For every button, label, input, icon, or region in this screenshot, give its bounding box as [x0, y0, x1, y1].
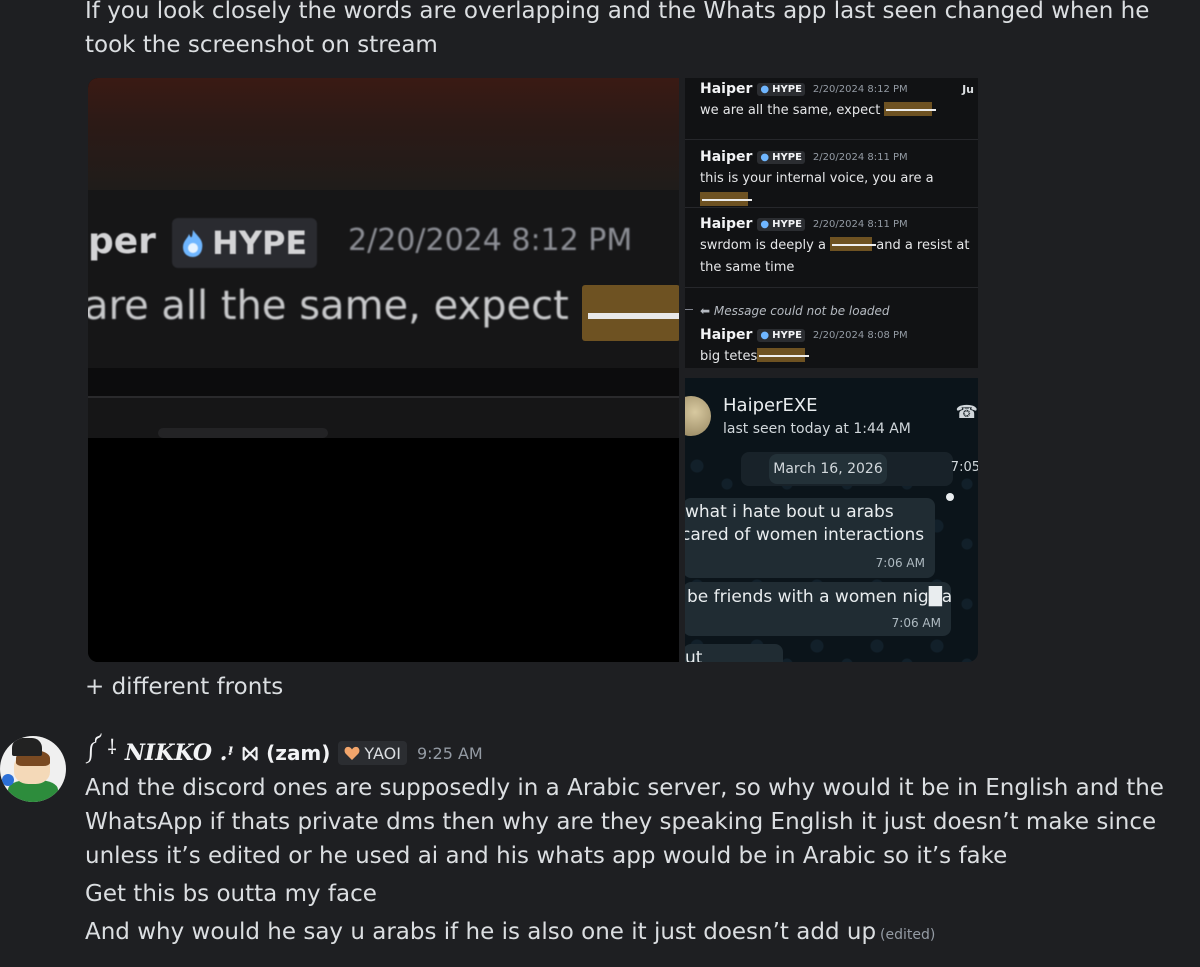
bubble-time: 7:06 AM — [875, 556, 925, 570]
discord-message-header: Haiper ● HYPE 2/20/2024 8:11 PM — [700, 216, 908, 232]
last-seen-status: last seen today at 1:44 AM — [723, 421, 911, 437]
date-banner: March 16, 2026 — [769, 454, 887, 484]
discord-date: 2/20/2024 8:11 PM — [812, 151, 908, 163]
discord-message-body: swrdom is deeply a and a resist at the s… — [700, 235, 972, 279]
zoom-black-area — [88, 438, 679, 662]
message-text-intro: If you look closely the words are overla… — [85, 0, 1150, 58]
bow-icon: ⨝ — [241, 741, 259, 765]
reply-line — [685, 309, 693, 310]
discord-author: Haiper — [700, 327, 753, 343]
edited-label: (edited) — [880, 927, 936, 943]
username-tail[interactable]: (zam) — [266, 741, 330, 765]
message-time: 7:05 — [950, 460, 978, 475]
discord-message-header: Haiper ● HYPE 2/20/2024 8:11 PM — [700, 149, 908, 165]
flame-icon: ● — [760, 329, 770, 341]
flame-icon: ● — [760, 218, 770, 230]
bubble-time: 7:06 AM — [891, 616, 941, 630]
hype-badge: ● HYPE — [757, 217, 805, 231]
message-line-text: And why would he say u arabs if he is al… — [85, 919, 877, 945]
zoom-author-name: per — [88, 221, 156, 262]
bubble-text: be friends with a women nig█a — [687, 587, 953, 607]
message-body: And the discord ones are supposedly in a… — [85, 771, 1190, 956]
censor-mark — [757, 348, 810, 362]
flame-icon — [183, 230, 203, 257]
zoom-divider-bar — [88, 368, 679, 396]
reply-notice: ⬅ Message could not be loaded — [700, 304, 890, 318]
server-tag[interactable]: YAOI — [338, 741, 407, 765]
heart-icon — [344, 746, 360, 760]
message-header: ༼ ⸸ NIKKO .ᵎ ⨝ (zam) YAOI 9:25 AM — [85, 735, 483, 768]
discord-message-body: big tetes — [700, 346, 972, 368]
timestamp: 9:25 AM — [416, 743, 483, 763]
discord-author: Haiper — [700, 149, 753, 165]
zoom-divider-line — [88, 396, 679, 398]
contact-name: HaiperEXE — [723, 395, 818, 416]
attachment-discord-screenshot[interactable]: Ju Haiper ● HYPE 2/20/2024 8:12 PM we are… — [685, 78, 978, 368]
chat-bubble: what i hate bout u arabs cared of women … — [685, 498, 935, 578]
discord-message-body: we are all the same, expect — [700, 100, 972, 122]
unread-dot — [946, 493, 954, 501]
message-line: And why would he say u arabs if he is al… — [85, 915, 1190, 952]
censor-mark — [884, 102, 937, 116]
phone-icon: ☎ — [955, 402, 978, 423]
discord-message: Haiper ● HYPE 2/20/2024 8:11 PM swrdom is… — [685, 208, 978, 288]
hype-badge: ● HYPE — [757, 150, 805, 164]
bubble-text: ut — [685, 648, 703, 662]
discord-message: Haiper ● HYPE 2/20/2024 8:08 PM big tetes — [685, 324, 978, 368]
zoom-blurred-pill — [158, 428, 328, 438]
discord-message-text: we are all the same, expect — [700, 103, 881, 118]
reply-arrow-icon: ⬅ — [700, 304, 711, 318]
avatar[interactable] — [0, 736, 66, 802]
discord-message-text: swrdom is deeply a — [700, 238, 826, 253]
discord-message-header: Haiper ● HYPE 2/20/2024 8:08 PM — [700, 327, 908, 343]
discord-date: 2/20/2024 8:11 PM — [812, 218, 908, 230]
hype-badge: ● HYPE — [757, 82, 805, 96]
discord-message: Haiper ● HYPE 2/20/2024 8:11 PM this is y… — [685, 140, 978, 208]
discord-message-text: big tetes — [700, 349, 758, 364]
attachment-whatsapp-screenshot[interactable]: HaiperEXE last seen today at 1:44 AM ☎ M… — [685, 378, 978, 662]
zoom-date: 2/20/2024 8:12 PM — [348, 223, 633, 258]
chat-bubble: be friends with a women nig█a 7:06 AM — [685, 582, 953, 636]
message-line: And the discord ones are supposedly in a… — [85, 775, 1164, 869]
zoom-censor-mark — [582, 285, 679, 341]
discord-date: 2/20/2024 8:08 PM — [812, 329, 908, 341]
avatar-hat — [12, 738, 42, 756]
bubble-text: cared of women interactions — [685, 525, 925, 545]
hype-badge-label: HYPE — [772, 218, 802, 230]
message-line: Get this bs outta my face — [85, 881, 377, 907]
chat-bubble-partial: ut — [685, 644, 783, 662]
username[interactable]: NIKKO .ᵎ — [125, 740, 234, 766]
attachment-zoomed-screenshot[interactable]: per HYPE 2/20/2024 8:12 PM are all the s… — [88, 78, 679, 662]
hype-badge-label: HYPE — [772, 83, 802, 95]
discord-message-text: this is your internal voice, you are a — [700, 171, 934, 186]
zoom-blur-background — [88, 78, 679, 190]
zoom-hype-badge: HYPE — [172, 218, 318, 268]
censor-mark — [830, 237, 877, 251]
discord-date: 2/20/2024 8:12 PM — [812, 83, 908, 95]
avatar-accent — [2, 774, 14, 786]
hype-badge: ● HYPE — [757, 328, 805, 342]
flame-icon: ● — [760, 151, 770, 163]
discord-author: Haiper — [700, 81, 753, 97]
hype-badge-label: HYPE — [772, 151, 802, 163]
discord-author: Haiper — [700, 216, 753, 232]
message-text-followup: + different fronts — [85, 674, 284, 700]
reply-notice-text: Message could not be loaded — [713, 304, 890, 318]
bubble-text: what i hate bout u arabs — [685, 502, 894, 522]
zoom-badge-label: HYPE — [212, 224, 308, 262]
flame-icon: ● — [760, 83, 770, 95]
discord-message-body: this is your internal voice, you are a — [700, 168, 972, 212]
discord-message-header: Haiper ● HYPE 2/20/2024 8:12 PM — [700, 81, 908, 97]
discord-message: Haiper ● HYPE 2/20/2024 8:12 PM we are al… — [685, 78, 978, 140]
hype-badge-label: HYPE — [772, 329, 802, 341]
server-tag-label: YAOI — [364, 743, 401, 763]
zoom-message-text: are all the same, expect — [88, 283, 569, 329]
censor-mark — [700, 192, 752, 206]
